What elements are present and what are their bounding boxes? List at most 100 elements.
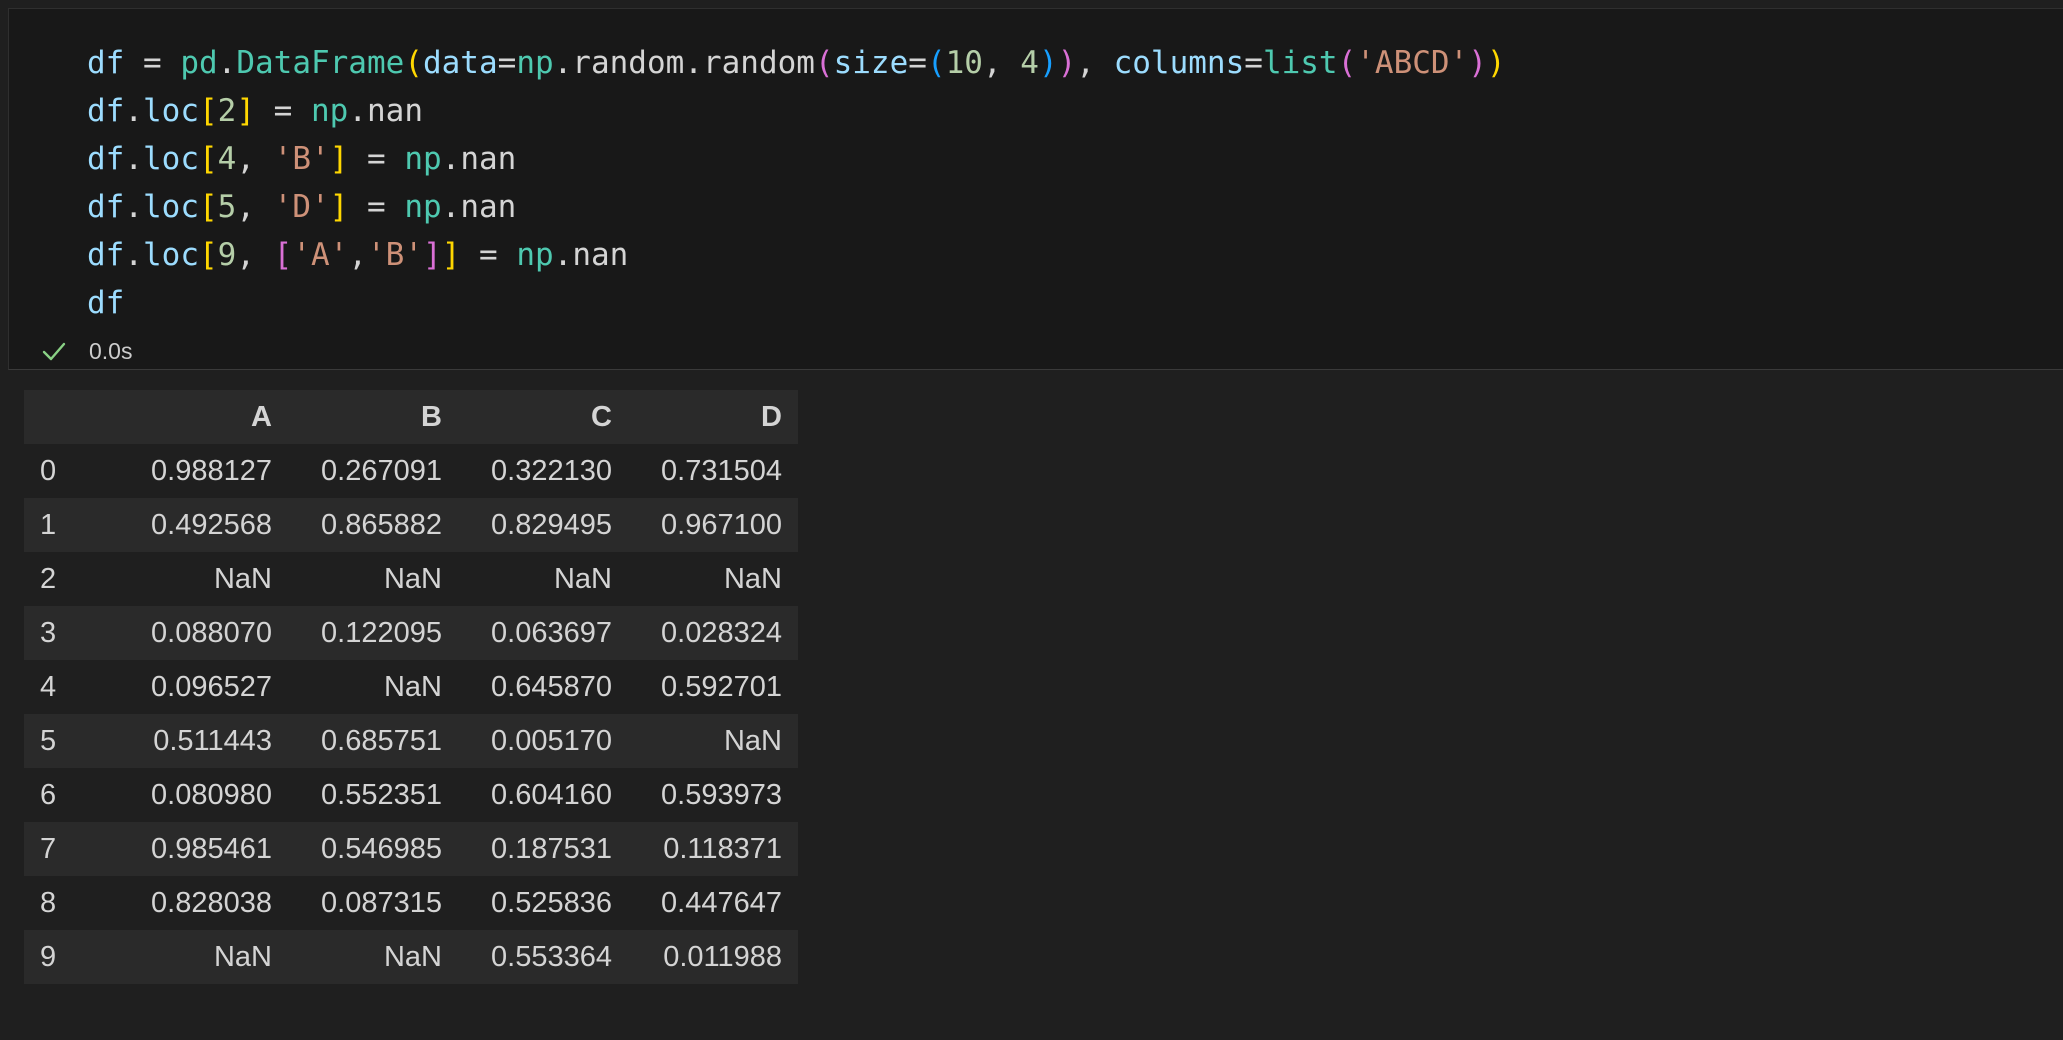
table-row: 5 0.511443 0.685751 0.005170 NaN bbox=[24, 714, 798, 768]
code-token: ) bbox=[1057, 45, 1077, 81]
code-token: ] bbox=[329, 189, 349, 225]
code-token: .nan bbox=[553, 237, 629, 273]
code-token: df bbox=[87, 45, 125, 81]
table-cell: 0.828038 bbox=[151, 886, 272, 919]
code-token: 'A' bbox=[292, 237, 349, 273]
table-cell: 0.122095 bbox=[321, 616, 442, 649]
execution-duration: 0.0s bbox=[89, 337, 133, 364]
table-row: 8 0.828038 0.087315 0.525836 0.447647 bbox=[24, 876, 798, 930]
code-token: ] bbox=[329, 141, 349, 177]
table-cell: 0.525836 bbox=[491, 886, 612, 919]
row-index: 1 bbox=[40, 508, 57, 541]
code-token: .nan bbox=[348, 93, 423, 129]
code-token: [ bbox=[199, 141, 218, 177]
code-token: ] bbox=[441, 237, 461, 273]
code-token: .nan bbox=[441, 141, 517, 177]
table-row: 4 0.096527 NaN 0.645870 0.592701 bbox=[24, 660, 798, 714]
code-token: = bbox=[255, 93, 312, 129]
code-token: , bbox=[236, 237, 274, 273]
code-token: loc bbox=[143, 189, 199, 225]
table-cell: 0.267091 bbox=[321, 454, 442, 487]
code-line: df = pd.DataFrame(data=np.random.random(… bbox=[87, 39, 1506, 87]
code-token: .random.random bbox=[553, 45, 815, 81]
row-index: 7 bbox=[40, 832, 57, 865]
table-cell: 0.967100 bbox=[661, 508, 782, 541]
code-token: ) bbox=[1038, 45, 1058, 81]
table-cell: 0.604160 bbox=[491, 778, 612, 811]
row-index: 6 bbox=[40, 778, 57, 811]
code-token: 10 bbox=[945, 45, 983, 81]
table-cell: 0.063697 bbox=[491, 616, 612, 649]
code-token: df bbox=[87, 141, 125, 177]
code-token: loc bbox=[143, 141, 199, 177]
code-line: df.loc[5, 'D'] = np.nan bbox=[87, 183, 1506, 231]
code-token: size bbox=[833, 45, 909, 81]
code-token: loc bbox=[143, 237, 199, 273]
code-token: 2 bbox=[217, 93, 237, 129]
code-token: pd bbox=[180, 45, 218, 81]
table-cell: NaN bbox=[723, 724, 782, 757]
table-cell: 0.865882 bbox=[321, 508, 442, 541]
check-icon bbox=[42, 342, 66, 361]
code-token: np bbox=[404, 189, 442, 225]
code-cell[interactable]: df = pd.DataFrame(data=np.random.random(… bbox=[8, 8, 2063, 370]
code-token: , bbox=[982, 45, 1021, 81]
table-row: 3 0.088070 0.122095 0.063697 0.028324 bbox=[24, 606, 798, 660]
code-editor[interactable]: df = pd.DataFrame(data=np.random.random(… bbox=[87, 39, 1506, 327]
code-token: , bbox=[236, 141, 274, 177]
code-token: ( bbox=[926, 45, 946, 81]
code-token: = bbox=[348, 189, 405, 225]
table-cell: 0.087315 bbox=[321, 886, 442, 919]
table-cell: 0.088070 bbox=[151, 616, 272, 649]
table-cell: 0.645870 bbox=[491, 670, 612, 703]
column-header: C bbox=[591, 400, 612, 433]
code-token: ) bbox=[1468, 45, 1487, 81]
code-token: df bbox=[87, 237, 125, 273]
code-token: = bbox=[124, 45, 181, 81]
code-token: = bbox=[348, 141, 405, 177]
table-cell: NaN bbox=[383, 940, 442, 973]
row-index: 2 bbox=[40, 562, 57, 595]
code-token: [ bbox=[199, 93, 218, 129]
execution-status: 0.0s bbox=[39, 336, 132, 366]
table-cell: 0.592701 bbox=[661, 670, 782, 703]
code-token: loc bbox=[143, 93, 199, 129]
row-index: 4 bbox=[40, 670, 57, 703]
code-token: ( bbox=[404, 45, 423, 81]
row-index: 9 bbox=[40, 940, 57, 973]
table-row: 1 0.492568 0.865882 0.829495 0.967100 bbox=[24, 498, 798, 552]
table-cell: 0.988127 bbox=[151, 454, 272, 487]
table-cell: 0.552351 bbox=[321, 778, 442, 811]
code-token: np bbox=[516, 45, 554, 81]
code-token: . bbox=[124, 237, 143, 273]
cell-output: A B C D 0 0.988127 0.267091 0.322130 0.731504 1 0… bbox=[24, 390, 798, 984]
table-cell: 0.731504 bbox=[661, 454, 782, 487]
code-token: [ bbox=[199, 237, 218, 273]
code-token: 4 bbox=[1020, 45, 1039, 81]
code-token: data bbox=[422, 45, 498, 81]
code-token: 'B' bbox=[273, 141, 330, 177]
code-token: 9 bbox=[217, 237, 237, 273]
table-cell: 0.118371 bbox=[663, 832, 782, 865]
code-token: , bbox=[348, 237, 368, 273]
code-token: 'B' bbox=[367, 237, 424, 273]
code-token: 'D' bbox=[273, 189, 330, 225]
code-token: list bbox=[1262, 45, 1338, 81]
code-line: df.loc[4, 'B'] = np.nan bbox=[87, 135, 1506, 183]
code-token: . bbox=[217, 45, 237, 81]
code-token: np bbox=[516, 237, 554, 273]
table-row: 2 NaN NaN NaN NaN bbox=[24, 552, 798, 606]
table-cell: NaN bbox=[213, 562, 272, 595]
table-cell: 0.546985 bbox=[321, 832, 442, 865]
code-token: df bbox=[87, 285, 125, 321]
dataframe-table: A B C D 0 0.988127 0.267091 0.322130 0.731504 1 0… bbox=[24, 390, 798, 984]
table-cell: NaN bbox=[383, 670, 442, 703]
code-line: df bbox=[87, 279, 1506, 327]
row-index: 0 bbox=[40, 454, 57, 487]
code-token: 4 bbox=[217, 141, 237, 177]
code-token: 'ABCD' bbox=[1356, 45, 1469, 81]
table-cell: 0.685751 bbox=[321, 724, 442, 757]
table-cell: 0.096527 bbox=[151, 670, 272, 703]
row-index: 3 bbox=[40, 616, 57, 649]
table-cell: 0.187531 bbox=[491, 832, 612, 865]
